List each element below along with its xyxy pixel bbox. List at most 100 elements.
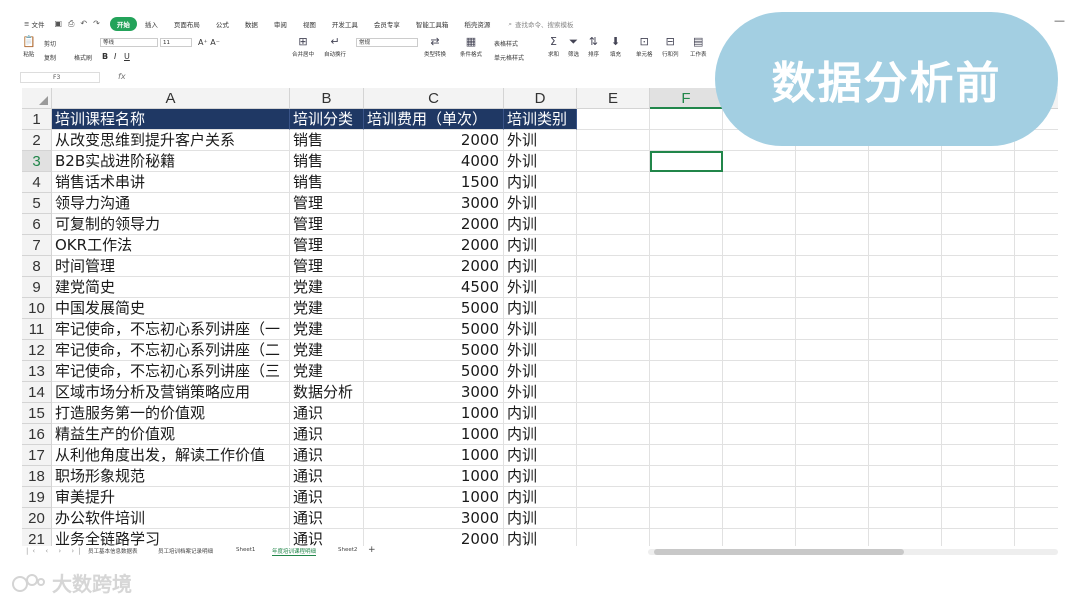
empty-cell[interactable] [869, 298, 942, 319]
fee-cell[interactable]: 2000 [364, 256, 504, 277]
sort-button[interactable]: ⇅ 排序 [588, 36, 599, 59]
training-type-cell[interactable]: 内训 [504, 466, 577, 487]
empty-cell[interactable] [796, 193, 869, 214]
category-cell[interactable]: 管理 [290, 214, 364, 235]
row-header-21[interactable]: 21 [22, 529, 52, 546]
empty-cell[interactable] [1015, 277, 1058, 298]
tab-5[interactable]: 审阅 [266, 17, 295, 31]
empty-cell[interactable] [577, 172, 650, 193]
empty-cell[interactable] [1015, 382, 1058, 403]
training-type-cell[interactable]: 内训 [504, 508, 577, 529]
empty-cell[interactable] [650, 529, 723, 546]
empty-cell[interactable] [1015, 340, 1058, 361]
empty-cell[interactable] [869, 319, 942, 340]
empty-cell[interactable] [942, 256, 1015, 277]
empty-cell[interactable] [650, 277, 723, 298]
conditional-format-button[interactable]: ▦ 条件格式 [460, 36, 482, 59]
column-header-b[interactable]: B [290, 88, 364, 109]
category-cell[interactable]: 通识 [290, 403, 364, 424]
empty-cell[interactable] [723, 298, 796, 319]
number-format-select[interactable]: 常规 [356, 38, 418, 47]
empty-cell[interactable] [869, 361, 942, 382]
empty-cell[interactable] [577, 340, 650, 361]
sheet-tab-3[interactable]: 年度培训课程明细 [272, 547, 317, 556]
tab-4[interactable]: 数据 [237, 17, 266, 31]
empty-cell[interactable] [796, 340, 869, 361]
tab-7[interactable]: 开发工具 [324, 17, 366, 31]
category-cell[interactable]: 销售 [290, 151, 364, 172]
row-header-5[interactable]: 5 [22, 193, 52, 214]
sum-button[interactable]: Σ 求和 [548, 36, 559, 59]
empty-cell[interactable] [942, 424, 1015, 445]
category-cell[interactable]: 销售 [290, 172, 364, 193]
training-type-cell[interactable]: 内训 [504, 445, 577, 466]
fee-cell[interactable]: 2000 [364, 214, 504, 235]
category-cell[interactable]: 党建 [290, 298, 364, 319]
empty-cell[interactable] [869, 214, 942, 235]
empty-cell[interactable] [577, 361, 650, 382]
empty-cell[interactable] [942, 193, 1015, 214]
row-header-18[interactable]: 18 [22, 466, 52, 487]
category-cell[interactable]: 党建 [290, 340, 364, 361]
empty-cell[interactable] [942, 529, 1015, 546]
undo-icon[interactable]: ↶ [80, 19, 87, 29]
type-convert-button[interactable]: ⇄ 类型转换 [424, 36, 446, 59]
empty-cell[interactable] [796, 382, 869, 403]
empty-cell[interactable] [577, 382, 650, 403]
fee-cell[interactable]: 1000 [364, 403, 504, 424]
empty-cell[interactable] [723, 340, 796, 361]
redo-icon[interactable]: ↷ [93, 19, 100, 29]
column-header-f[interactable]: F [650, 88, 723, 109]
empty-cell[interactable] [869, 193, 942, 214]
category-cell[interactable]: 管理 [290, 256, 364, 277]
tab-3[interactable]: 公式 [208, 17, 237, 31]
empty-cell[interactable] [796, 487, 869, 508]
category-cell[interactable]: 党建 [290, 319, 364, 340]
fee-cell[interactable]: 2000 [364, 235, 504, 256]
category-cell[interactable]: 管理 [290, 193, 364, 214]
copy-button[interactable]: 复制 [44, 53, 56, 62]
course-name-cell[interactable]: 业务全链路学习 [52, 529, 290, 546]
course-name-cell[interactable]: 牢记使命，不忘初心系列讲座（二 [52, 340, 290, 361]
sheet-tab-0[interactable]: 员工基本信息数据表 [88, 547, 138, 555]
empty-cell[interactable] [650, 298, 723, 319]
fee-cell[interactable]: 4000 [364, 151, 504, 172]
fee-cell[interactable]: 1500 [364, 172, 504, 193]
empty-cell[interactable] [942, 340, 1015, 361]
empty-cell[interactable] [650, 130, 723, 151]
row-header-8[interactable]: 8 [22, 256, 52, 277]
row-header-9[interactable]: 9 [22, 277, 52, 298]
empty-cell[interactable] [723, 466, 796, 487]
fx-label[interactable]: fx [118, 72, 126, 81]
empty-cell[interactable] [577, 445, 650, 466]
training-type-cell[interactable]: 外训 [504, 130, 577, 151]
font-size-select[interactable]: 11 [160, 38, 192, 47]
add-sheet-button[interactable]: + [368, 545, 376, 555]
command-search[interactable]: ⌕ 查找命令、搜索模板 [508, 19, 573, 30]
underline-button[interactable]: U [124, 52, 130, 61]
sheet-nav-arrows[interactable]: |‹ ‹ › ›| [26, 547, 85, 555]
italic-button[interactable]: I [114, 52, 116, 61]
category-cell[interactable]: 通识 [290, 529, 364, 546]
training-type-cell[interactable]: 内训 [504, 403, 577, 424]
empty-cell[interactable] [796, 508, 869, 529]
training-type-cell[interactable]: 内训 [504, 487, 577, 508]
course-name-cell[interactable]: 职场形象规范 [52, 466, 290, 487]
empty-cell[interactable] [723, 256, 796, 277]
empty-cell[interactable] [650, 466, 723, 487]
font-grow-icon[interactable]: A⁺ A⁻ [198, 38, 220, 47]
column-header-e[interactable]: E [577, 88, 650, 109]
course-name-cell[interactable]: 精益生产的价值观 [52, 424, 290, 445]
empty-cell[interactable] [796, 151, 869, 172]
empty-cell[interactable] [942, 466, 1015, 487]
empty-cell[interactable] [577, 214, 650, 235]
course-name-cell[interactable]: OKR工作法 [52, 235, 290, 256]
fee-cell[interactable]: 1000 [364, 424, 504, 445]
empty-cell[interactable] [723, 214, 796, 235]
spreadsheet-grid[interactable]: A B C D E F 1 培训课程名称 培训分类 培训费用（单次） 培训类别 2 从改变思维到提升客户… [22, 88, 1058, 546]
empty-cell[interactable] [723, 151, 796, 172]
empty-cell[interactable] [796, 256, 869, 277]
empty-cell[interactable] [723, 319, 796, 340]
sheet-tab-1[interactable]: 员工培训档案记录明细 [158, 547, 213, 555]
course-name-cell[interactable]: 打造服务第一的价值观 [52, 403, 290, 424]
